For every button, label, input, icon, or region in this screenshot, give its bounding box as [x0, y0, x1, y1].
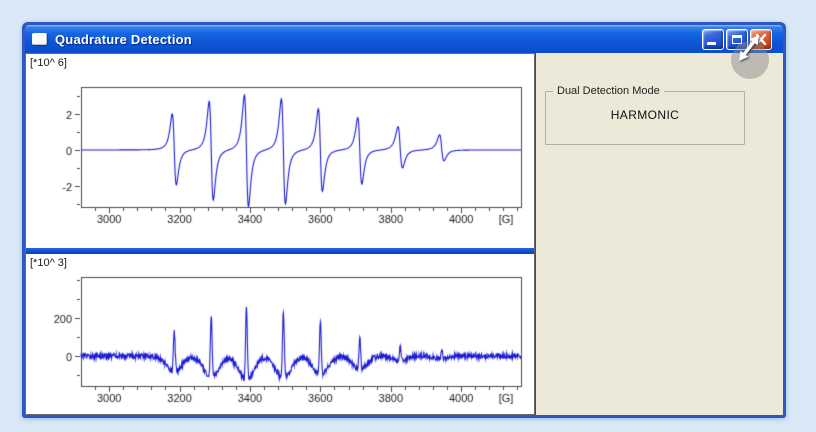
maximize-button[interactable] — [726, 29, 748, 50]
side-panel: Dual Detection Mode HARMONIC — [535, 53, 783, 415]
close-button[interactable] — [750, 29, 772, 50]
spectra-panel: [*10^ 6] [*10^ 3] — [25, 53, 535, 415]
active-trace-indicator — [26, 246, 534, 254]
upper-y-unit-label: [*10^ 6] — [30, 57, 67, 69]
window-title: Quadrature Detection — [55, 32, 192, 47]
upper-spectrum-viewport[interactable]: [*10^ 6] — [26, 54, 534, 246]
desktop-background: Quadrature Detection [*10^ 6] — [0, 0, 816, 432]
upper-spectrum-canvas[interactable] — [26, 54, 534, 246]
minimize-button[interactable] — [702, 29, 724, 50]
window-client-area: [*10^ 6] [*10^ 3] Dual Detection Mode HA… — [25, 53, 783, 415]
minimize-icon — [707, 42, 716, 45]
detection-mode-value: HARMONIC — [546, 108, 744, 122]
maximize-icon — [732, 35, 742, 44]
quadrature-detection-window: Quadrature Detection [*10^ 6] — [22, 22, 786, 418]
dual-detection-mode-label: Dual Detection Mode — [553, 85, 664, 97]
window-system-menu-icon[interactable] — [32, 33, 47, 45]
lower-spectrum-viewport[interactable]: [*10^ 3] — [26, 254, 534, 414]
title-bar[interactable]: Quadrature Detection — [25, 25, 783, 53]
dual-detection-mode-groupbox: Dual Detection Mode HARMONIC — [545, 91, 745, 145]
lower-spectrum-canvas[interactable] — [26, 254, 534, 414]
window-controls — [700, 29, 777, 50]
close-icon — [751, 30, 771, 49]
lower-y-unit-label: [*10^ 3] — [30, 257, 67, 269]
